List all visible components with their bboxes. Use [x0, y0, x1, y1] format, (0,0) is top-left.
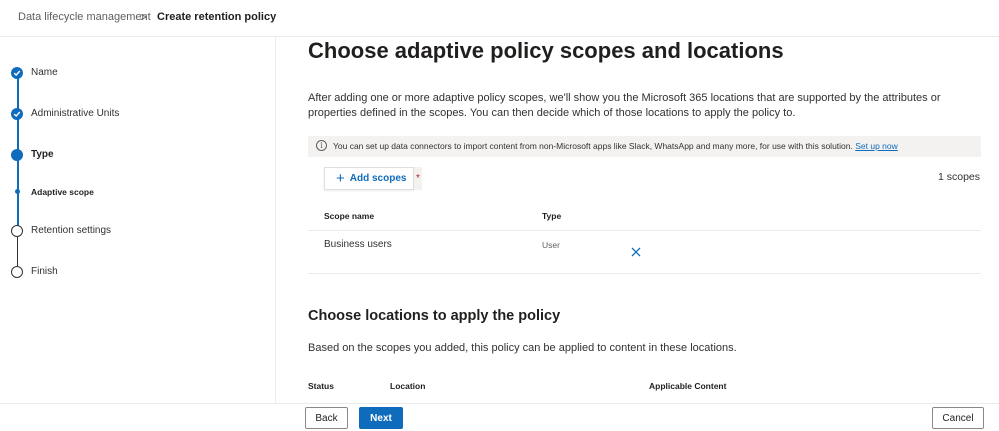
required-indicator: *	[414, 167, 422, 190]
add-scopes-button[interactable]: + Add scopes	[324, 167, 414, 190]
step-done-icon	[11, 67, 23, 79]
panel-divider	[275, 37, 276, 403]
scope-name-cell: Business users	[324, 239, 392, 250]
step-future-icon	[11, 225, 23, 237]
column-header-applicable-content[interactable]: Applicable Content	[649, 381, 726, 391]
scope-type-cell: User	[542, 240, 560, 250]
page-title: Choose adaptive policy scopes and locati…	[308, 38, 784, 63]
back-button[interactable]: Back	[305, 407, 348, 429]
footer-divider	[0, 403, 999, 404]
close-icon[interactable]	[630, 246, 642, 258]
set-up-now-link[interactable]: Set up now	[855, 141, 898, 151]
plus-icon: +	[336, 170, 345, 187]
step-done-icon	[11, 108, 23, 120]
step-connector	[17, 237, 18, 266]
step-current-icon	[11, 149, 23, 161]
step-finish: Finish	[31, 266, 58, 277]
step-name[interactable]: Name	[31, 67, 58, 78]
step-retention-settings: Retention settings	[31, 225, 112, 236]
column-header-type[interactable]: Type	[542, 211, 561, 221]
step-administrative-units[interactable]: Administrative Units	[31, 108, 119, 119]
step-connector	[17, 78, 19, 110]
table-header-divider	[308, 230, 981, 231]
step-type[interactable]: Type	[31, 149, 54, 160]
breadcrumb-current: Create retention policy	[157, 11, 277, 23]
step-connector	[17, 119, 19, 151]
info-message: You can set up data connectors to import…	[333, 141, 853, 151]
scope-count: 1 scopes	[938, 171, 981, 183]
intro-text: After adding one or more adaptive policy…	[308, 92, 941, 119]
step-future-icon	[11, 266, 23, 278]
column-header-status[interactable]: Status	[308, 381, 334, 391]
substep-current-icon	[15, 189, 20, 194]
substep-adaptive-scope[interactable]: Adaptive scope	[31, 187, 94, 197]
info-icon: i	[316, 140, 327, 151]
table-row-divider	[308, 273, 981, 274]
locations-section-subtitle: Based on the scopes you added, this poli…	[308, 342, 737, 354]
add-scopes-label: Add scopes	[349, 173, 407, 184]
info-text: You can set up data connectors to import…	[333, 141, 898, 151]
cancel-button[interactable]: Cancel	[932, 407, 984, 429]
chevron-right-icon: >	[140, 10, 148, 24]
column-header-location[interactable]: Location	[390, 381, 425, 391]
breadcrumb-link-data-lifecycle[interactable]: Data lifecycle management	[18, 11, 151, 23]
next-button[interactable]: Next	[359, 407, 403, 429]
info-banner: i You can set up data connectors to impo…	[308, 136, 981, 157]
column-header-scope-name[interactable]: Scope name	[324, 211, 374, 221]
locations-section-title: Choose locations to apply the policy	[308, 308, 561, 324]
breadcrumb: Data lifecycle management > Create reten…	[0, 0, 999, 37]
